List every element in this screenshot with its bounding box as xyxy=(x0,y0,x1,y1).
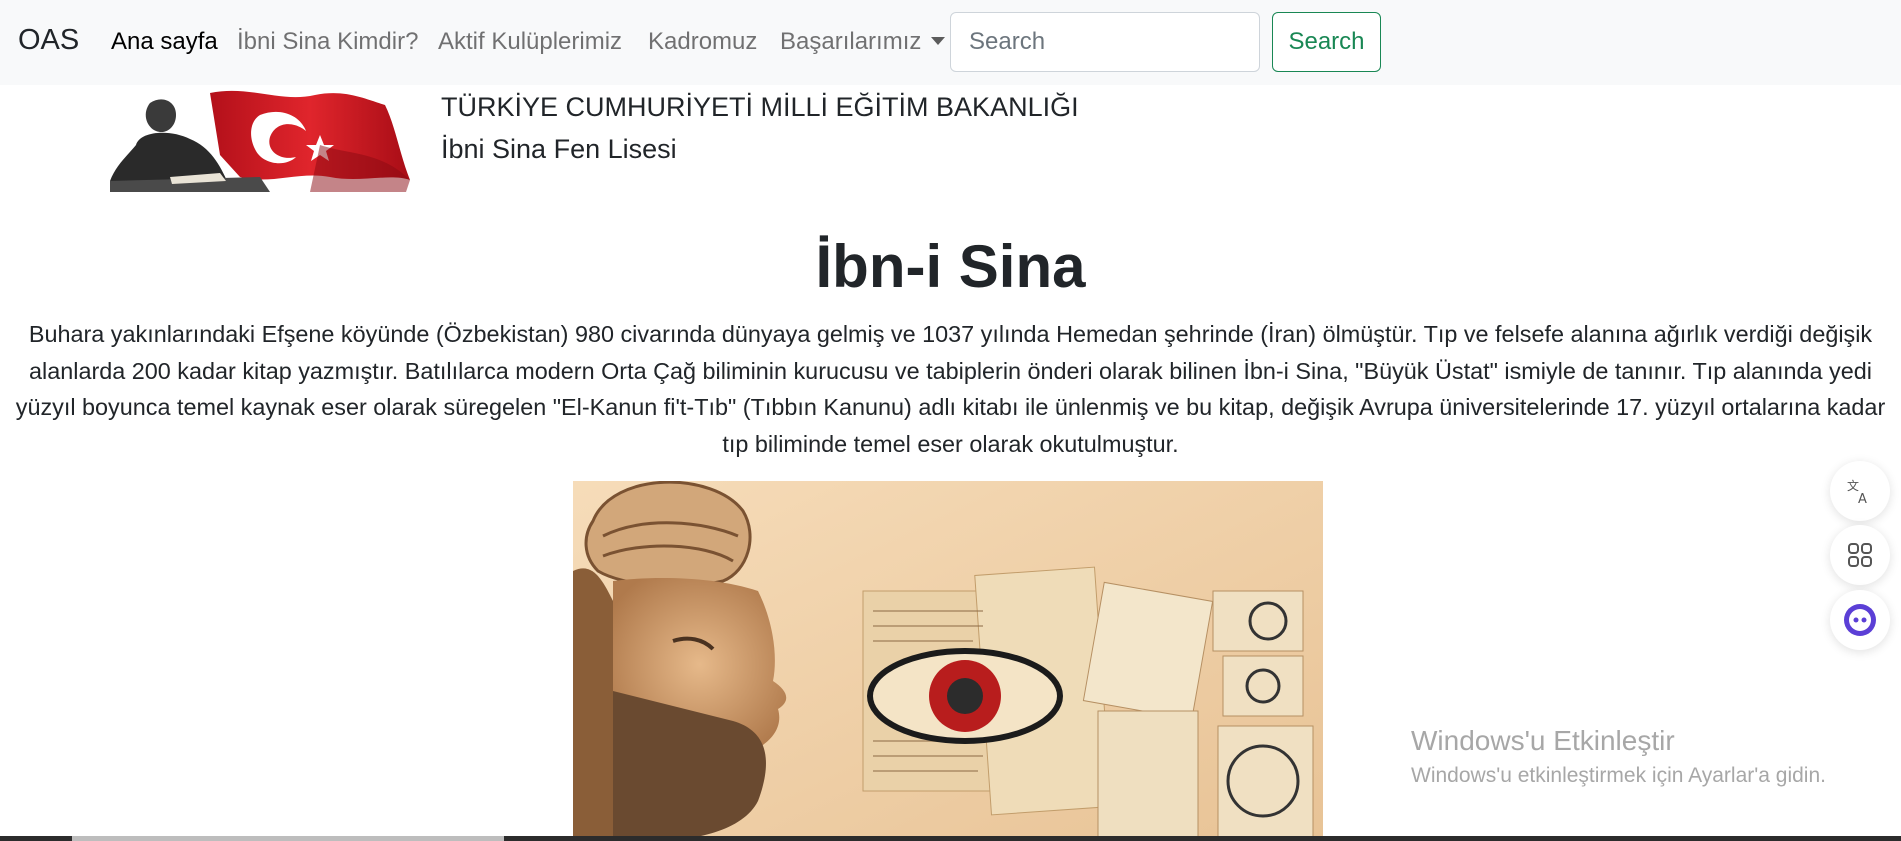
nav-link-aktif-kuluplerimiz[interactable]: Aktif Kulüplerimiz xyxy=(438,28,622,56)
top-navbar: OAS Ana sayfa İbni Sina Kimdir? Aktif Ku… xyxy=(0,0,1901,85)
apps-icon xyxy=(1848,543,1872,567)
windows-activation-title: Windows'u Etkinleştir xyxy=(1411,725,1675,756)
page-title: İbn-i Sina xyxy=(815,233,1086,300)
translate-button[interactable]: 文 A xyxy=(1830,461,1890,521)
svg-text:A: A xyxy=(1858,492,1867,505)
caret-down-icon xyxy=(931,37,946,45)
assistant-button[interactable] xyxy=(1830,590,1890,650)
nav-link-kadromuz[interactable]: Kadromuz xyxy=(648,28,757,56)
search-input[interactable] xyxy=(950,12,1260,72)
assistant-icon xyxy=(1844,604,1876,636)
nav-dropdown-label: Başarılarımız xyxy=(780,28,922,55)
translate-icon: 文 A xyxy=(1847,478,1867,505)
nav-link-ana-sayfa[interactable]: Ana sayfa xyxy=(111,28,218,56)
nav-dropdown-basarilarimiz[interactable]: Başarılarımız xyxy=(780,28,946,56)
scrollbar-thumb[interactable] xyxy=(72,836,504,841)
apps-button[interactable] xyxy=(1830,525,1890,585)
ministry-title: TÜRKİYE CUMHURİYETİ MİLLİ EĞİTİM BAKANLI… xyxy=(441,92,1079,122)
horizontal-scrollbar[interactable] xyxy=(0,836,1901,841)
brand-logo-link[interactable]: OAS xyxy=(18,24,79,57)
ibn-sina-portrait-image xyxy=(573,481,1323,841)
school-name: İbni Sina Fen Lisesi xyxy=(441,134,677,164)
nav-link-ibni-sina-kimdir[interactable]: İbni Sina Kimdir? xyxy=(237,28,418,56)
windows-activation-subtitle: Windows'u etkinleştirmek için Ayarlar'a … xyxy=(1411,764,1826,787)
svg-text:文: 文 xyxy=(1847,478,1859,493)
ataturk-flag-image xyxy=(110,85,412,192)
search-button[interactable]: Search xyxy=(1272,12,1381,72)
biography-paragraph: Buhara yakınlarındaki Efşene köyünde (Öz… xyxy=(15,321,1886,457)
